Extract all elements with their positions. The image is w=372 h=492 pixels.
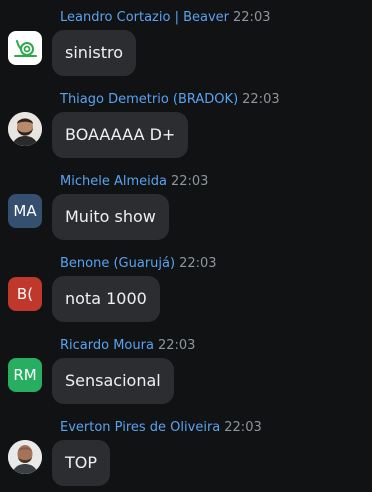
avatar[interactable]	[8, 440, 42, 474]
message-time: 22:03	[242, 92, 280, 107]
message-time: 22:03	[179, 256, 217, 271]
message-header: Ricardo Moura 22:03	[60, 338, 195, 353]
message-time: 22:03	[224, 420, 262, 435]
message-time: 22:03	[157, 338, 196, 353]
sender-name[interactable]: Michele Almeida	[60, 174, 167, 189]
message-header: Thiago Demetrio (BRADOK) 22:03	[60, 92, 280, 107]
avatar[interactable]	[8, 31, 42, 65]
chat-message: MA Michele Almeida 22:03 Muito show	[0, 164, 372, 246]
avatar[interactable]: RM	[8, 358, 42, 392]
message-bubble[interactable]: Muito show	[52, 194, 169, 240]
message-header: Benone (Guarujá) 22:03	[60, 256, 217, 271]
message-time: 22:03	[170, 174, 209, 189]
sender-name[interactable]: Benone (Guarujá)	[60, 256, 175, 271]
sender-name[interactable]: Leandro Cortazio | Beaver	[60, 10, 229, 25]
bearded-man-photo	[8, 112, 42, 146]
message-header: Michele Almeida 22:03	[60, 174, 208, 189]
chat-message-list: Leandro Cortazio | Beaver 22:03 sinistro …	[0, 0, 372, 492]
chat-message: RM Ricardo Moura 22:03 Sensacional	[0, 328, 372, 410]
sender-name[interactable]: Ricardo Moura	[60, 338, 154, 353]
message-bubble[interactable]: sinistro	[52, 30, 136, 76]
sender-name[interactable]: Thiago Demetrio (BRADOK)	[60, 92, 238, 107]
chat-message: Everton Pires de Oliveira 22:03 TOP	[0, 410, 372, 492]
chat-message: Thiago Demetrio (BRADOK) 22:03 BOAAAAA D+	[0, 82, 372, 164]
chat-message: Leandro Cortazio | Beaver 22:03 sinistro	[0, 0, 372, 82]
message-bubble[interactable]: nota 1000	[52, 276, 160, 322]
message-header: Leandro Cortazio | Beaver 22:03	[60, 10, 270, 25]
sender-name[interactable]: Everton Pires de Oliveira	[60, 420, 220, 435]
message-header: Everton Pires de Oliveira 22:03	[60, 420, 262, 435]
message-bubble[interactable]: TOP	[52, 440, 111, 486]
avatar-initials: MA	[13, 202, 37, 220]
message-bubble[interactable]: Sensacional	[52, 358, 174, 404]
avatar[interactable]: MA	[8, 194, 42, 228]
avatar-initials: B(	[16, 285, 34, 303]
avatar[interactable]	[8, 112, 42, 146]
message-bubble[interactable]: BOAAAAA D+	[52, 112, 189, 158]
message-time: 22:03	[233, 10, 271, 25]
chat-message: B( Benone (Guarujá) 22:03 nota 1000	[0, 246, 372, 328]
avatar[interactable]: B(	[8, 277, 42, 311]
snail-logo-icon	[14, 40, 37, 57]
avatar-initials: RM	[13, 366, 37, 384]
bald-man-photo	[8, 440, 42, 474]
